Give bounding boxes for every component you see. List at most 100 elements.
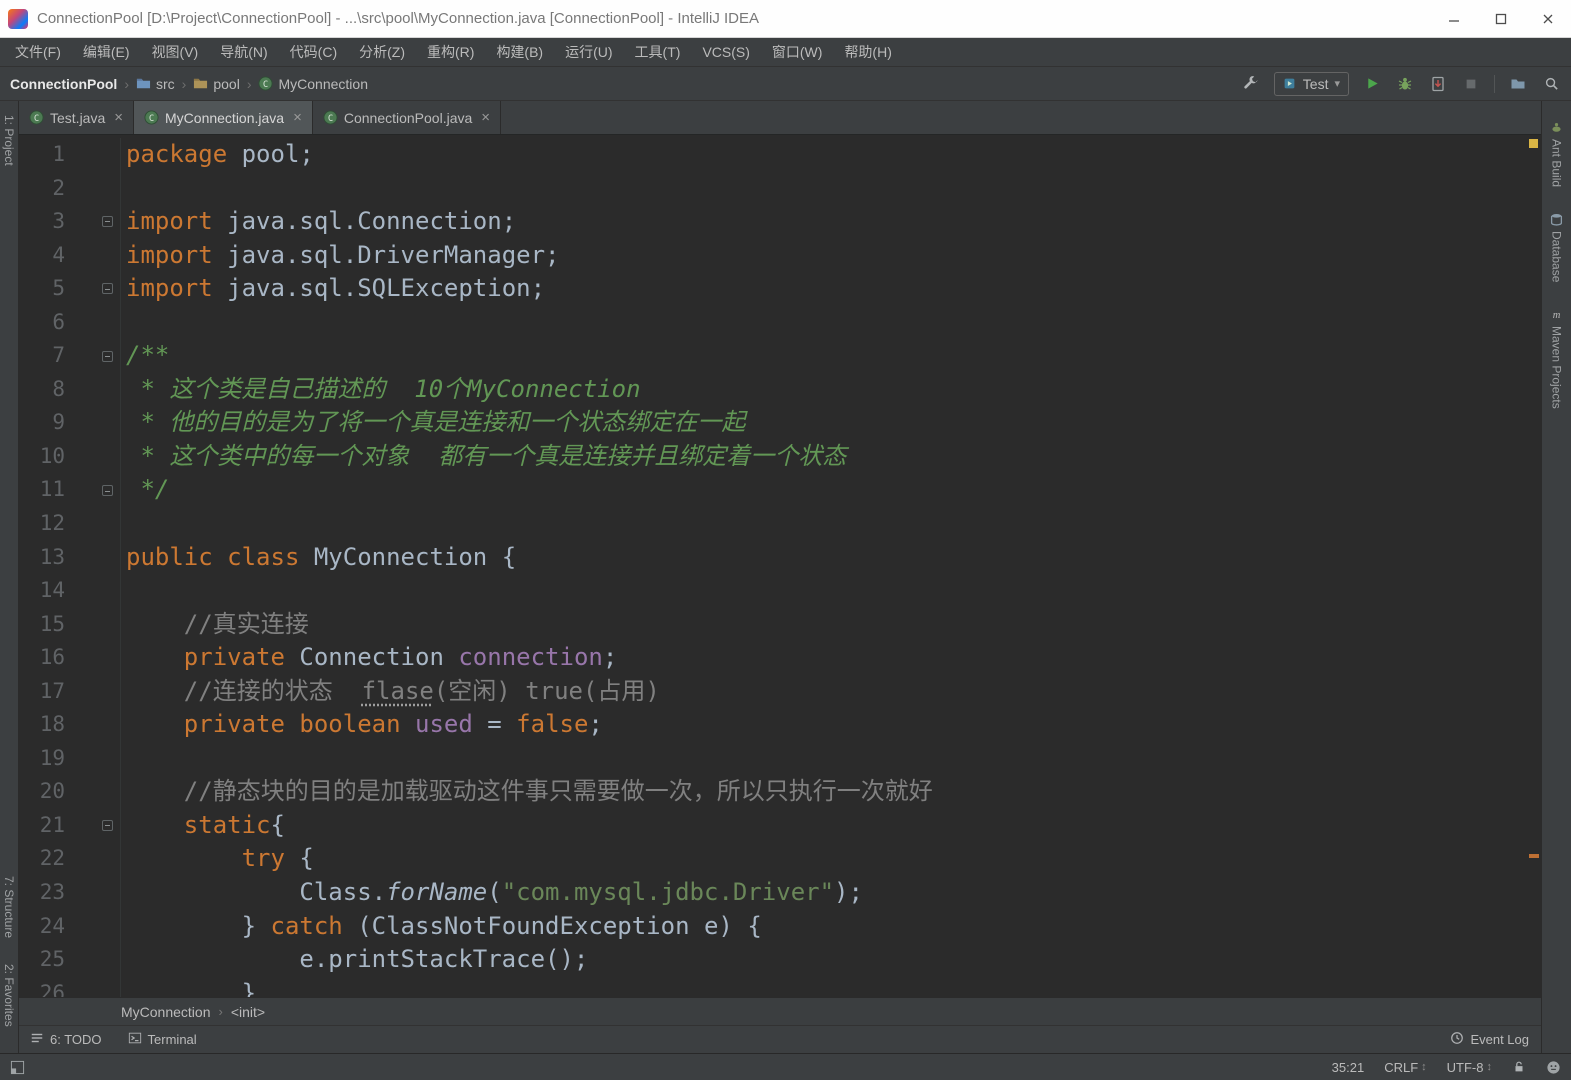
encoding-select[interactable]: UTF-8 ↕: [1447, 1060, 1492, 1075]
toolwindow-button-ant-build[interactable]: Ant Build: [1550, 121, 1564, 187]
code-editor[interactable]: 1 package pool; 2 3 import java.sql.Connecti…: [19, 135, 1541, 997]
code-line[interactable]: 5 import java.sql.SQLException;: [19, 272, 1541, 306]
line-separator-select[interactable]: CRLF ↕: [1384, 1060, 1426, 1075]
menu-item-5[interactable]: 分析(Z): [348, 38, 416, 66]
line-number[interactable]: 23: [19, 876, 65, 910]
code-line[interactable]: 21 static{: [19, 808, 1541, 843]
code-line[interactable]: 20 //静态块的目的是加载驱动这件事只需要做一次，所以只执行一次就好: [19, 775, 1541, 809]
run-configuration-select[interactable]: Test ▾: [1273, 71, 1349, 96]
code-line[interactable]: 1 package pool;: [19, 138, 1541, 172]
close-tab-icon[interactable]: ×: [481, 109, 490, 126]
code-area[interactable]: 1 package pool; 2 3 import java.sql.Connecti…: [19, 135, 1541, 997]
line-number[interactable]: 3: [19, 205, 65, 239]
menu-item-6[interactable]: 重构(R): [416, 38, 485, 66]
toolwindow-button-2-favorites[interactable]: 2: Favorites: [2, 964, 16, 1027]
fold-start-icon[interactable]: [102, 350, 113, 362]
code-line[interactable]: 13 public class MyConnection {: [19, 540, 1541, 575]
line-number[interactable]: 18: [19, 708, 65, 742]
toolwindow-button-maven-projects[interactable]: m Maven Projects: [1550, 308, 1564, 410]
toolwindow-button-7-structure[interactable]: 7: Structure: [2, 876, 16, 938]
fold-start-icon[interactable]: [102, 820, 113, 832]
menu-item-2[interactable]: 视图(V): [141, 38, 210, 66]
code-line[interactable]: 7 /**: [19, 339, 1541, 373]
menu-item-9[interactable]: 工具(T): [624, 38, 692, 66]
line-number[interactable]: 22: [19, 842, 65, 876]
code-line[interactable]: 25 e.printStackTrace();: [19, 943, 1541, 977]
code-line[interactable]: 10 * 这个类中的每一个对象 都有一个真是连接并且绑定着一个状态: [19, 439, 1541, 474]
line-number[interactable]: 24: [19, 910, 65, 944]
line-number[interactable]: 1: [19, 138, 65, 172]
toolwindow-button-1-project[interactable]: 1: Project: [2, 115, 16, 166]
code-line[interactable]: 4 import java.sql.DriverManager;: [19, 238, 1541, 273]
code-line[interactable]: 12: [19, 507, 1541, 541]
typo-warning-mark[interactable]: [1529, 854, 1539, 858]
menu-item-8[interactable]: 运行(U): [554, 38, 623, 66]
line-number[interactable]: 16: [19, 641, 65, 675]
menu-item-10[interactable]: VCS(S): [691, 38, 760, 66]
code-line[interactable]: 3 import java.sql.Connection;: [19, 205, 1541, 239]
breadcrumb-src[interactable]: src: [136, 76, 175, 92]
menu-item-1[interactable]: 编辑(E): [72, 38, 141, 66]
fold-end-icon[interactable]: [102, 484, 113, 496]
menu-item-12[interactable]: 帮助(H): [833, 38, 902, 66]
line-number[interactable]: 14: [19, 574, 65, 608]
code-line[interactable]: 11 */: [19, 473, 1541, 508]
code-line[interactable]: 22 try {: [19, 842, 1541, 877]
line-number[interactable]: 6: [19, 306, 65, 340]
code-line[interactable]: 18 private boolean used = false;: [19, 708, 1541, 742]
close-tab-icon[interactable]: ×: [293, 109, 302, 126]
line-number[interactable]: 12: [19, 507, 65, 541]
code-line[interactable]: 23 Class.forName("com.mysql.jdbc.Driver"…: [19, 876, 1541, 910]
line-number[interactable]: 2: [19, 172, 65, 206]
line-number[interactable]: 5: [19, 272, 65, 306]
toolwindow-button-terminal[interactable]: Terminal: [128, 1031, 197, 1048]
breadcrumb-member[interactable]: <init>: [231, 1004, 265, 1020]
code-line[interactable]: 2: [19, 171, 1541, 206]
line-number[interactable]: 9: [19, 406, 65, 440]
line-number[interactable]: 4: [19, 239, 65, 273]
breadcrumb-pool[interactable]: pool: [193, 76, 240, 92]
toolwindow-button-6-todo[interactable]: 6: TODO: [30, 1031, 102, 1048]
toolwindow-button-event-log[interactable]: Event Log: [1450, 1031, 1529, 1048]
menu-item-7[interactable]: 构建(B): [485, 38, 554, 66]
line-number[interactable]: 7: [19, 339, 65, 373]
line-number[interactable]: 11: [19, 473, 65, 507]
breadcrumb-myconnection[interactable]: C MyConnection: [258, 76, 368, 92]
line-number[interactable]: 13: [19, 541, 65, 575]
line-number[interactable]: 25: [19, 943, 65, 977]
fold-start-icon[interactable]: [102, 216, 113, 228]
highlighting-level-icon[interactable]: [1546, 1060, 1561, 1075]
line-number[interactable]: 17: [19, 675, 65, 709]
code-line[interactable]: 19: [19, 741, 1541, 776]
code-line[interactable]: 14: [19, 574, 1541, 608]
run-button[interactable]: [1362, 74, 1382, 94]
fold-end-icon[interactable]: [102, 283, 113, 295]
menu-item-11[interactable]: 窗口(W): [761, 38, 834, 66]
line-number[interactable]: 26: [19, 977, 65, 997]
line-number[interactable]: 20: [19, 775, 65, 809]
menu-item-0[interactable]: 文件(F): [4, 38, 72, 66]
editor-tab-test-java[interactable]: C Test.java ×: [19, 101, 135, 134]
code-line[interactable]: 8 * 这个类是自己描述的 10个MyConnection: [19, 372, 1541, 407]
project-folder-button[interactable]: [1508, 74, 1528, 94]
lock-icon[interactable]: [1512, 1060, 1526, 1074]
code-line[interactable]: 17 //连接的状态 flase(空闲) true(占用): [19, 674, 1541, 709]
line-number[interactable]: 10: [19, 440, 65, 474]
breadcrumb-connectionpool[interactable]: ConnectionPool: [10, 76, 117, 92]
stop-button[interactable]: [1461, 74, 1481, 94]
menu-item-3[interactable]: 导航(N): [209, 38, 278, 66]
code-line[interactable]: 16 private Connection connection;: [19, 641, 1541, 675]
toolwindow-toggle-icon[interactable]: [10, 1060, 25, 1075]
line-number[interactable]: 15: [19, 608, 65, 642]
error-stripe[interactable]: [1527, 135, 1541, 997]
caret-position[interactable]: 35:21: [1332, 1060, 1365, 1075]
code-line[interactable]: 24 } catch (ClassNotFoundException e) {: [19, 909, 1541, 944]
toolwindow-button-database[interactable]: Database: [1550, 213, 1564, 282]
breadcrumb-class[interactable]: MyConnection: [121, 1004, 211, 1020]
line-number[interactable]: 19: [19, 742, 65, 776]
editor-tab-connectionpool-java[interactable]: C ConnectionPool.java ×: [313, 101, 502, 134]
build-project-button[interactable]: [1241, 74, 1261, 94]
code-line[interactable]: 15 //真实连接: [19, 607, 1541, 642]
minimize-button[interactable]: [1430, 0, 1477, 37]
line-number[interactable]: 21: [19, 809, 65, 843]
